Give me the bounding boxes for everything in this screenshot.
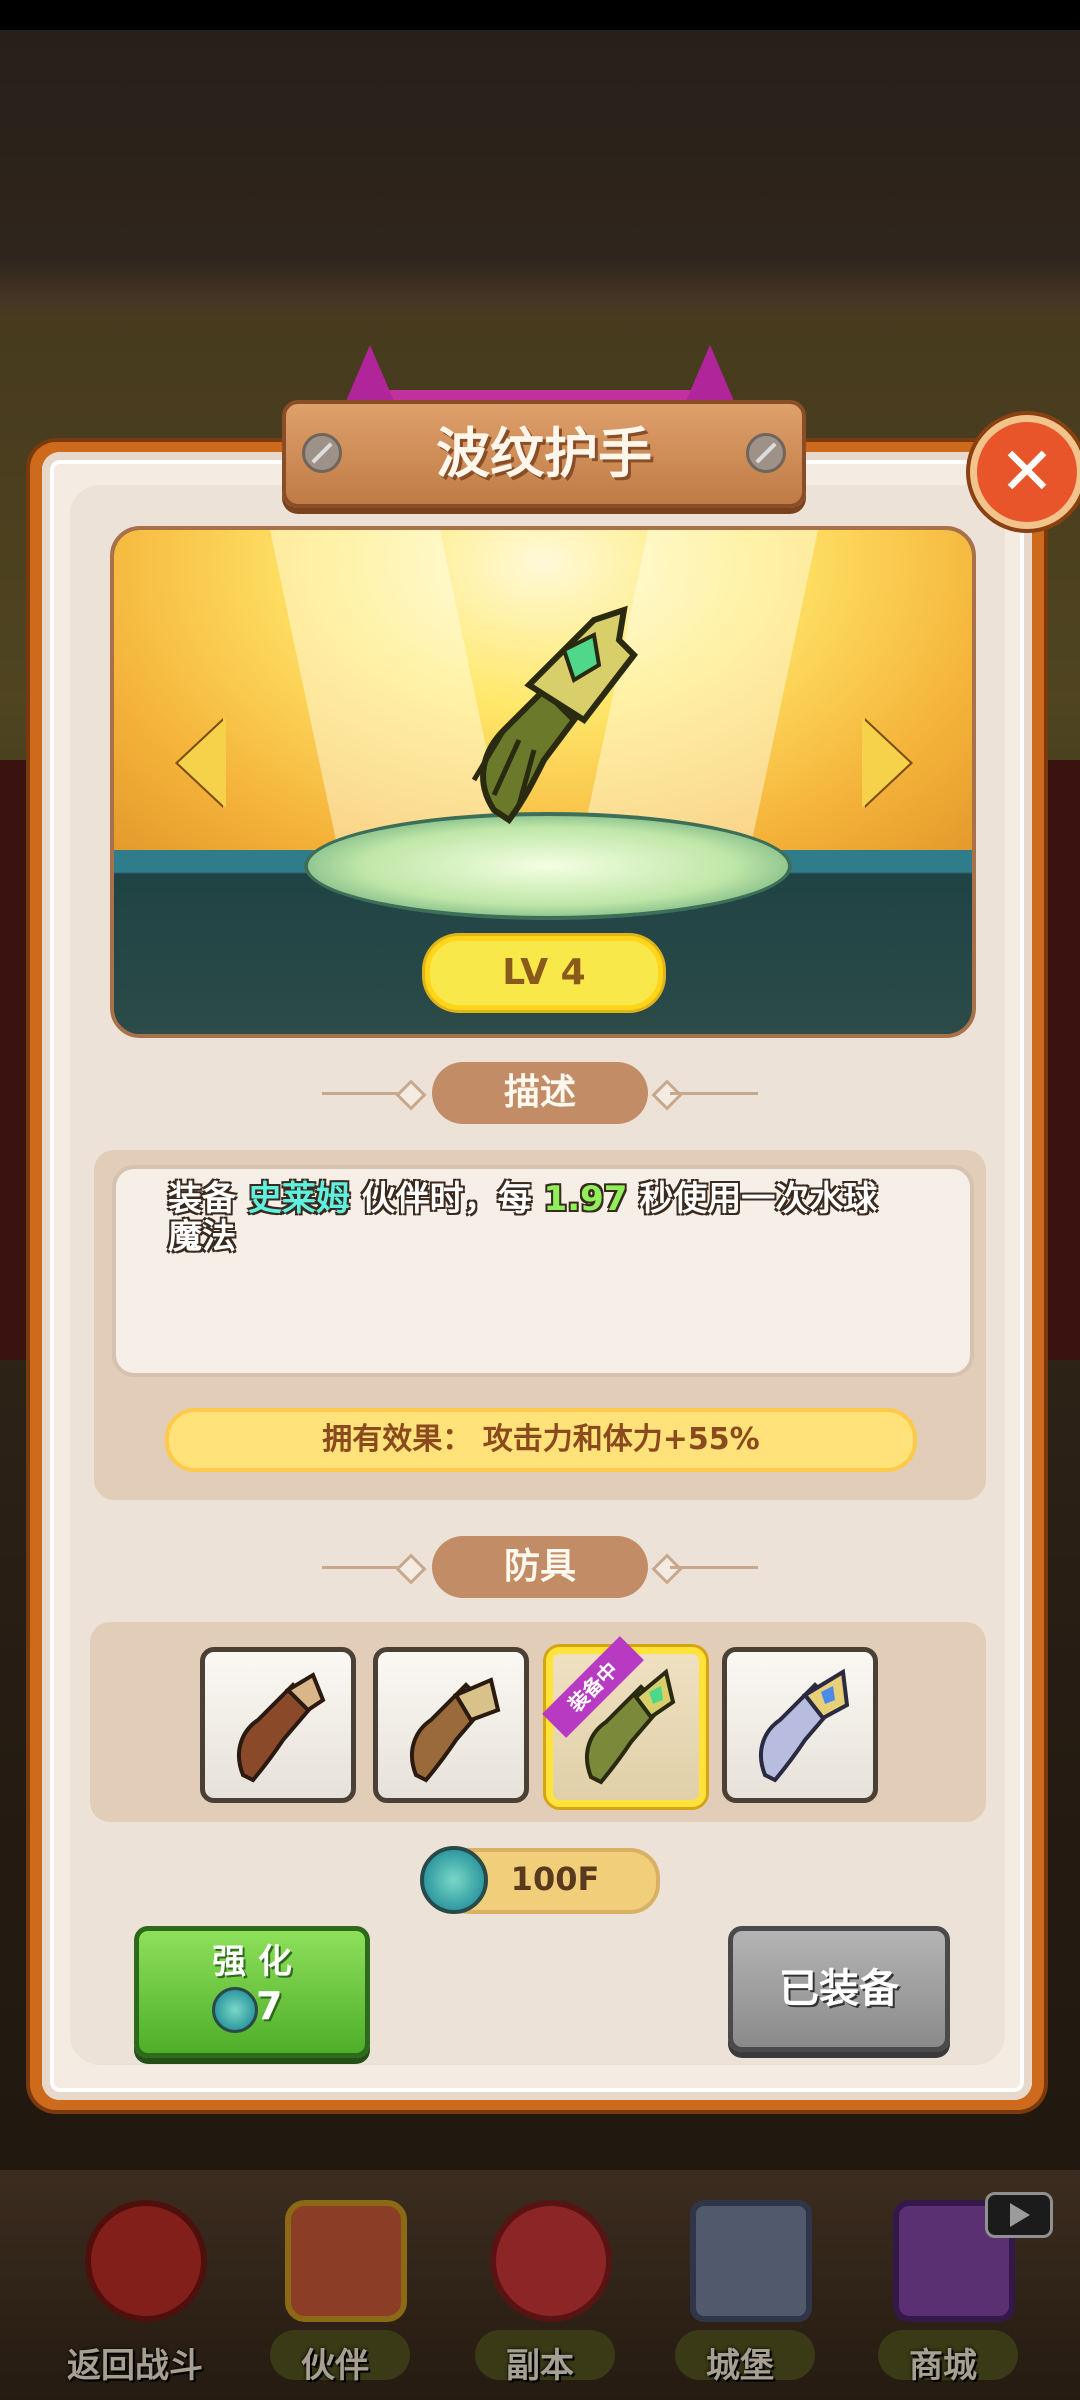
description-segment: 伙伴时，每 — [349, 1179, 544, 1219]
enhance-cost: 7 — [256, 1984, 283, 2028]
armor-slot-crystal-gauntlet[interactable] — [722, 1647, 878, 1803]
armor-slot-leather-gauntlet[interactable] — [200, 1647, 356, 1803]
bronze-gauntlet-icon — [410, 1677, 501, 1783]
description-text: 装备 史莱姆 伙伴时，每 1.97 秒使用一次水球魔法 — [168, 1180, 908, 1256]
leather-gauntlet-icon — [237, 1672, 326, 1783]
crystal-gauntlet-icon — [759, 1668, 850, 1783]
next-item-arrow[interactable] — [862, 718, 910, 808]
previous-item-arrow[interactable] — [178, 718, 226, 808]
armor-slot-bronze-gauntlet[interactable] — [373, 1647, 529, 1803]
divider-line — [670, 1092, 758, 1095]
item-title: 波纹护手 — [436, 422, 652, 485]
enhance-label: 强 化 — [212, 1942, 292, 1982]
close-icon: ✕ — [999, 433, 1055, 510]
skill-interval: 1.97 — [543, 1179, 628, 1219]
level-badge: LV 4 — [425, 936, 663, 1010]
description-header: 描述 — [432, 1062, 648, 1124]
divider-line — [670, 1566, 758, 1569]
close-button[interactable]: ✕ — [970, 415, 1080, 529]
armor-header: 防具 — [432, 1536, 648, 1598]
equipped-button[interactable]: 已装备 — [728, 1926, 950, 2052]
ripple-gauntlet-icon — [471, 605, 638, 825]
owned-effect-bar: 拥有效果： 攻击力和体力+55% — [165, 1408, 917, 1472]
cost-value: 100F — [510, 1860, 600, 1898]
status-bar — [0, 0, 1080, 30]
description-segment: 装备 — [168, 1179, 248, 1219]
gem-currency-icon — [212, 1987, 258, 2033]
partner-name: 史莱姆 — [247, 1179, 350, 1219]
